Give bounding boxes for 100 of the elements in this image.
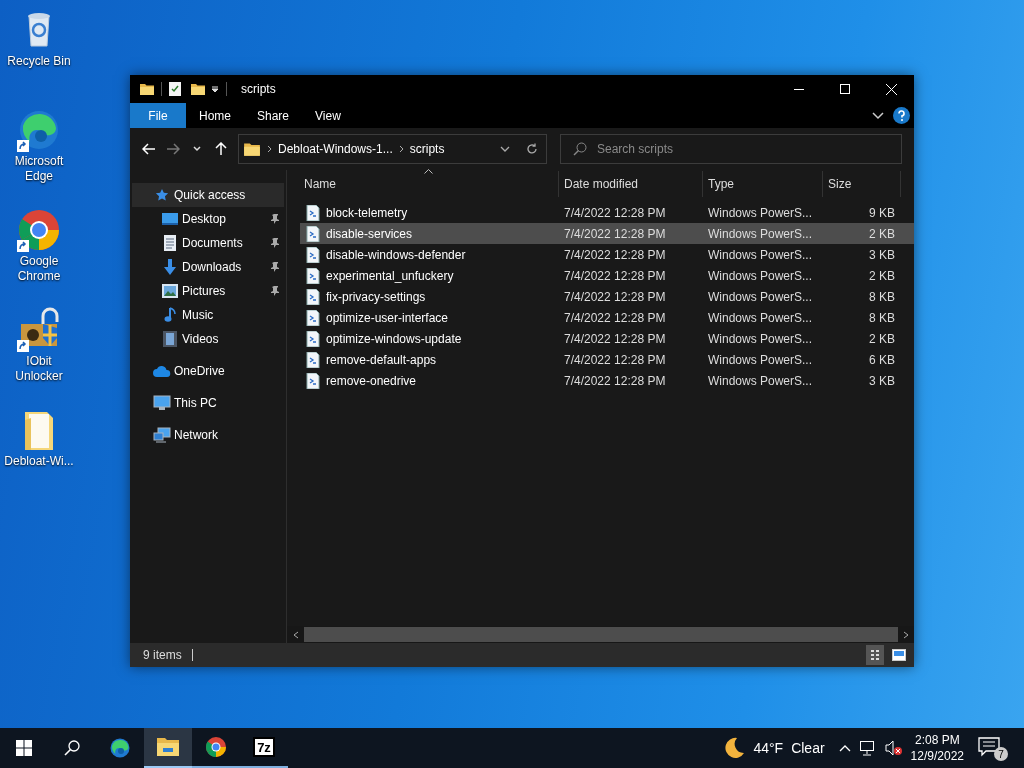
script-file-icon xyxy=(306,204,320,221)
script-file-icon xyxy=(306,309,320,326)
script-file-icon xyxy=(306,351,320,368)
forward-arrow-icon xyxy=(166,143,180,155)
nav-item[interactable]: This PC xyxy=(132,391,284,415)
type-cell-text: Windows PowerS... xyxy=(707,352,814,367)
ribbon-tab[interactable]: Home xyxy=(186,103,244,128)
file-name: fix-privacy-settings xyxy=(326,289,426,304)
nav-item[interactable]: Quick access xyxy=(132,183,284,207)
file-row[interactable]: disable-windows-defender 7/4/2022 12:28 PM Windows PowerS... 3 KB xyxy=(300,244,914,265)
script-file-icon xyxy=(306,330,320,347)
size-cell-text: 3 KB xyxy=(868,373,896,388)
moon-icon xyxy=(723,737,746,759)
nav-item[interactable]: OneDrive xyxy=(132,359,284,383)
network-icon[interactable] xyxy=(858,740,877,756)
star-icon xyxy=(155,188,169,202)
file-row[interactable]: block-telemetry 7/4/2022 12:28 PM Windows PowerS... 9 KB xyxy=(300,202,914,223)
weather-condition[interactable]: Clear xyxy=(791,740,825,756)
desktop-icon-label[interactable]: Microsoft Edge xyxy=(1,154,77,184)
details-view-button[interactable] xyxy=(866,645,884,665)
date-cell-text: 7/4/2022 12:28 PM xyxy=(563,205,667,220)
chevron-down-icon[interactable] xyxy=(500,146,510,152)
size-cell-text: 3 KB xyxy=(868,247,896,262)
nav-item[interactable]: Music xyxy=(132,303,284,327)
address-bar[interactable]: Debloat-Windows-1... scripts xyxy=(238,134,547,164)
size-cell-text: 8 KB xyxy=(868,310,896,325)
nav-item[interactable]: Desktop xyxy=(132,207,284,231)
help-icon[interactable] xyxy=(893,107,910,124)
file-tab[interactable]: File xyxy=(130,103,186,128)
music-icon xyxy=(164,307,176,323)
desktop-icon-label[interactable]: IObit Unlocker xyxy=(1,354,77,384)
browser-icon xyxy=(108,736,132,760)
minimize-icon xyxy=(794,88,804,90)
nav-item[interactable]: Pictures xyxy=(132,279,284,303)
size-cell-text: 2 KB xyxy=(868,268,896,283)
column-header[interactable]: Type xyxy=(703,171,823,197)
column-header[interactable]: Name xyxy=(287,171,559,197)
desktop-icon-label[interactable]: Google Chrome xyxy=(1,254,77,284)
refresh-icon[interactable] xyxy=(526,143,538,155)
chevron-right-icon xyxy=(267,145,272,153)
desktop-icon-label[interactable]: Debloat-Wi... xyxy=(1,454,77,469)
muted-speaker-icon[interactable] xyxy=(884,740,903,756)
nav-item[interactable]: Downloads xyxy=(132,255,284,279)
new-folder-icon xyxy=(190,81,206,97)
type-cell-text: Windows PowerS... xyxy=(707,310,814,325)
size-cell-text: 2 KB xyxy=(868,331,896,346)
folder-icon xyxy=(243,140,261,158)
temperature[interactable]: 44°F xyxy=(753,740,784,756)
breadcrumb[interactable]: Debloat-Windows-1... xyxy=(278,142,393,156)
search-icon xyxy=(64,740,80,756)
type-cell-text: Windows PowerS... xyxy=(707,268,814,283)
file-name: disable-windows-defender xyxy=(326,247,466,262)
date-cell-text: 7/4/2022 12:28 PM xyxy=(563,373,667,388)
nav-item[interactable]: Network xyxy=(132,423,284,447)
file-row[interactable]: fix-privacy-settings 7/4/2022 12:28 PM Windows PowerS... 8 KB xyxy=(300,286,914,307)
window-title: scripts xyxy=(241,82,277,96)
scroll-right-icon[interactable] xyxy=(902,630,910,639)
notification-icon[interactable] xyxy=(978,737,1000,757)
desktop-icon-label[interactable]: Recycle Bin xyxy=(1,54,77,69)
script-file-icon xyxy=(306,246,320,263)
size-cell-text: 2 KB xyxy=(868,226,896,241)
taskbar-app[interactable] xyxy=(144,728,192,768)
column-header[interactable]: Size xyxy=(823,171,901,197)
chevron-down-icon xyxy=(193,146,201,152)
file-row[interactable]: optimize-user-interface 7/4/2022 12:28 PM Windows PowerS... 8 KB xyxy=(300,307,914,328)
clock[interactable]: 2:08 PM 12/9/2022 xyxy=(910,732,964,764)
nav-item[interactable]: Videos xyxy=(132,327,284,351)
scroll-left-icon[interactable] xyxy=(292,630,300,639)
nav-item[interactable]: Documents xyxy=(132,231,284,255)
chevron-right-icon xyxy=(398,145,404,153)
date-cell-text: 7/4/2022 12:28 PM xyxy=(563,247,667,262)
taskbar-app[interactable]: 7z xyxy=(240,728,288,768)
size-cell-text: 8 KB xyxy=(868,289,896,304)
column-header[interactable]: Date modified xyxy=(559,171,703,197)
script-file-icon xyxy=(306,225,320,242)
search-field[interactable]: Search scripts xyxy=(560,134,902,164)
type-cell-text: Windows PowerS... xyxy=(707,289,814,304)
file-row[interactable]: disable-services 7/4/2022 12:28 PM Windows PowerS... 2 KB xyxy=(300,223,914,244)
computer-icon xyxy=(153,395,171,411)
item-count: 9 items xyxy=(143,648,182,662)
ribbon-tab[interactable]: View xyxy=(302,103,354,128)
pictures-icon xyxy=(162,284,178,298)
file-row[interactable]: optimize-windows-update 7/4/2022 12:28 PM Windows PowerS... 2 KB xyxy=(300,328,914,349)
type-cell-text: Windows PowerS... xyxy=(707,247,814,262)
properties-icon[interactable] xyxy=(168,81,182,97)
breadcrumb[interactable]: scripts xyxy=(409,142,445,156)
close-icon xyxy=(885,83,897,95)
expand-ribbon-icon[interactable] xyxy=(872,111,884,120)
ribbon-tab[interactable]: Share xyxy=(244,103,303,128)
archive-app-icon: 7z xyxy=(253,737,275,757)
details-view-icon xyxy=(870,649,880,661)
file-row[interactable]: remove-onedrive 7/4/2022 12:28 PM Windows PowerS... 3 KB xyxy=(300,370,914,391)
file-row[interactable]: experimental_unfuckery 7/4/2022 12:28 PM Windows PowerS... 2 KB xyxy=(300,265,914,286)
type-cell-text: Windows PowerS... xyxy=(707,226,814,241)
file-row[interactable]: remove-default-apps 7/4/2022 12:28 PM Windows PowerS... 6 KB xyxy=(300,349,914,370)
chevron-up-icon[interactable] xyxy=(838,744,851,752)
file-name: remove-default-apps xyxy=(326,352,437,367)
caret-icon[interactable] xyxy=(210,84,220,94)
download-icon xyxy=(163,259,177,275)
windows-logo-icon xyxy=(16,740,32,756)
